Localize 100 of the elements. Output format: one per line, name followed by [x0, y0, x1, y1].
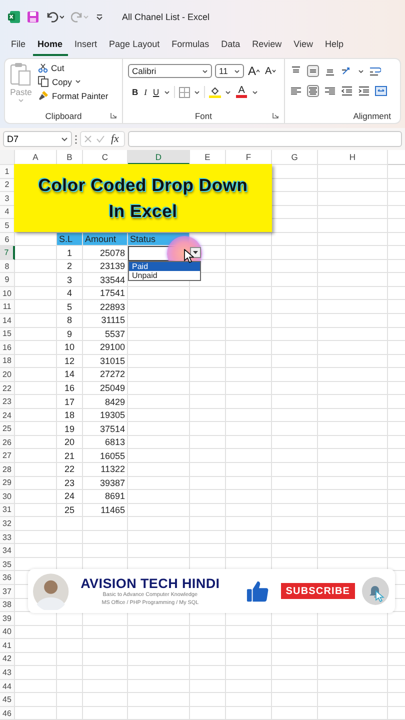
row-header[interactable]: 6 — [0, 232, 15, 246]
cut-button[interactable]: Cut — [38, 63, 108, 73]
ribbon-tab[interactable]: Page Layout — [104, 34, 165, 56]
row-header[interactable]: 45 — [0, 693, 15, 707]
row-header[interactable]: 10 — [0, 286, 15, 300]
caret-icon[interactable] — [252, 90, 258, 94]
merge-cells-icon[interactable] — [375, 85, 387, 97]
shrink-font-button[interactable]: A — [264, 66, 277, 76]
row-header[interactable]: 24 — [0, 408, 15, 422]
row-header[interactable]: 36 — [0, 571, 15, 585]
column-header[interactable]: H — [318, 150, 388, 165]
row-header[interactable]: 1 — [0, 165, 15, 179]
row-header[interactable]: 5 — [0, 219, 15, 233]
row-header[interactable]: 32 — [0, 517, 15, 531]
spreadsheet-icon[interactable] — [8, 11, 20, 23]
row-header[interactable]: 34 — [0, 544, 15, 558]
table-cell: 22 — [57, 463, 83, 477]
row-header[interactable]: 14 — [0, 314, 15, 328]
row-header[interactable]: 44 — [0, 680, 15, 694]
save-icon[interactable] — [27, 11, 39, 23]
bold-button[interactable]: B — [131, 87, 140, 97]
font-color-button[interactable]: A — [235, 86, 248, 98]
customize-icon[interactable] — [96, 13, 103, 21]
row-header[interactable]: 3 — [0, 192, 15, 206]
format-painter-button[interactable]: Format Painter — [38, 90, 108, 101]
dropdown-option[interactable]: Paid — [129, 262, 200, 271]
thumbs-up-icon[interactable] — [246, 579, 269, 603]
ribbon-tab[interactable]: Insert — [70, 34, 102, 56]
align-right-icon[interactable] — [324, 85, 336, 97]
row-header[interactable]: 16 — [0, 341, 15, 355]
row-header[interactable]: 28 — [0, 463, 15, 477]
row-header[interactable]: 42 — [0, 652, 15, 666]
row-header[interactable]: 27 — [0, 449, 15, 464]
caret-icon[interactable] — [234, 68, 240, 74]
row-header[interactable]: 18 — [0, 354, 15, 368]
underline-button[interactable]: U — [152, 87, 160, 97]
row-header[interactable]: 39 — [0, 612, 15, 626]
dialog-launcher-icon[interactable] — [272, 112, 279, 119]
row-header[interactable]: 23 — [0, 395, 15, 409]
ribbon-tab[interactable]: Formulas — [166, 34, 214, 56]
dropdown-button[interactable] — [190, 247, 201, 258]
row-header[interactable]: 26 — [0, 436, 15, 450]
row-header[interactable]: 37 — [0, 584, 15, 598]
caret-icon[interactable] — [358, 68, 364, 74]
dropdown-option[interactable]: Unpaid — [129, 270, 200, 280]
notification-button[interactable] — [362, 577, 389, 605]
caret-icon[interactable] — [194, 90, 200, 94]
dialog-launcher-icon[interactable] — [110, 112, 117, 119]
borders-icon[interactable] — [179, 86, 190, 98]
row-header[interactable]: 8 — [0, 260, 15, 274]
table-cell: 4 — [57, 286, 83, 300]
caret-icon[interactable] — [74, 79, 81, 84]
name-box[interactable]: D7 — [3, 131, 72, 147]
row-header[interactable]: 33 — [0, 530, 15, 544]
caret-icon[interactable] — [164, 90, 170, 94]
row-header[interactable]: 40 — [0, 626, 15, 640]
row-header[interactable]: 22 — [0, 382, 15, 396]
insert-function-button[interactable]: fx — [109, 133, 121, 145]
grow-font-button[interactable]: A — [247, 64, 262, 78]
font-name-field[interactable]: Calibri — [128, 64, 212, 78]
ribbon-tab[interactable]: Data — [216, 34, 246, 56]
caret-icon — [272, 69, 276, 73]
wrap-text-icon[interactable] — [369, 65, 381, 77]
caret-icon[interactable] — [202, 68, 208, 74]
align-middle-icon[interactable] — [307, 65, 319, 77]
row-header[interactable]: 43 — [0, 666, 15, 680]
decrease-indent-icon[interactable] — [341, 85, 353, 97]
row-header[interactable]: 30 — [0, 490, 15, 504]
ribbon-tab[interactable]: View — [288, 34, 318, 56]
row-header[interactable]: 38 — [0, 598, 15, 612]
row-header[interactable]: 20 — [0, 368, 15, 382]
fill-color-icon[interactable] — [209, 86, 222, 98]
undo-icon[interactable] — [46, 11, 64, 23]
copy-button[interactable]: Copy — [38, 76, 108, 87]
row-header[interactable]: 35 — [0, 558, 15, 572]
font-size-field[interactable]: 11 — [215, 64, 244, 78]
row-header[interactable]: 11 — [0, 300, 15, 314]
table-cell: 18 — [57, 408, 83, 422]
ribbon-tab[interactable]: Review — [247, 34, 287, 56]
align-left-icon[interactable] — [290, 85, 302, 97]
caret-icon[interactable] — [225, 90, 232, 94]
row-header[interactable]: 41 — [0, 639, 15, 653]
row-header[interactable]: 31 — [0, 504, 15, 518]
column-header[interactable]: G — [272, 150, 318, 165]
align-center-icon[interactable] — [307, 85, 319, 97]
italic-button[interactable]: I — [143, 87, 148, 97]
increase-indent-icon[interactable] — [358, 85, 370, 97]
row-header[interactable]: 7 — [0, 246, 15, 260]
check-icon[interactable] — [96, 135, 105, 143]
subscribe-button[interactable]: SUBSCRIBE — [280, 583, 355, 599]
ribbon-tab[interactable]: Help — [320, 34, 349, 56]
column-header[interactable]: D — [128, 150, 190, 165]
row-header[interactable]: 46 — [0, 706, 15, 720]
row-header[interactable]: 29 — [0, 476, 15, 490]
formula-field[interactable] — [128, 131, 402, 147]
row-header[interactable]: 9 — [0, 273, 15, 287]
row-header[interactable]: 25 — [0, 422, 15, 436]
ribbon-tab[interactable]: File — [6, 34, 31, 56]
ribbon-tab[interactable]: Home — [32, 34, 68, 56]
row-header[interactable]: 15 — [0, 328, 15, 342]
